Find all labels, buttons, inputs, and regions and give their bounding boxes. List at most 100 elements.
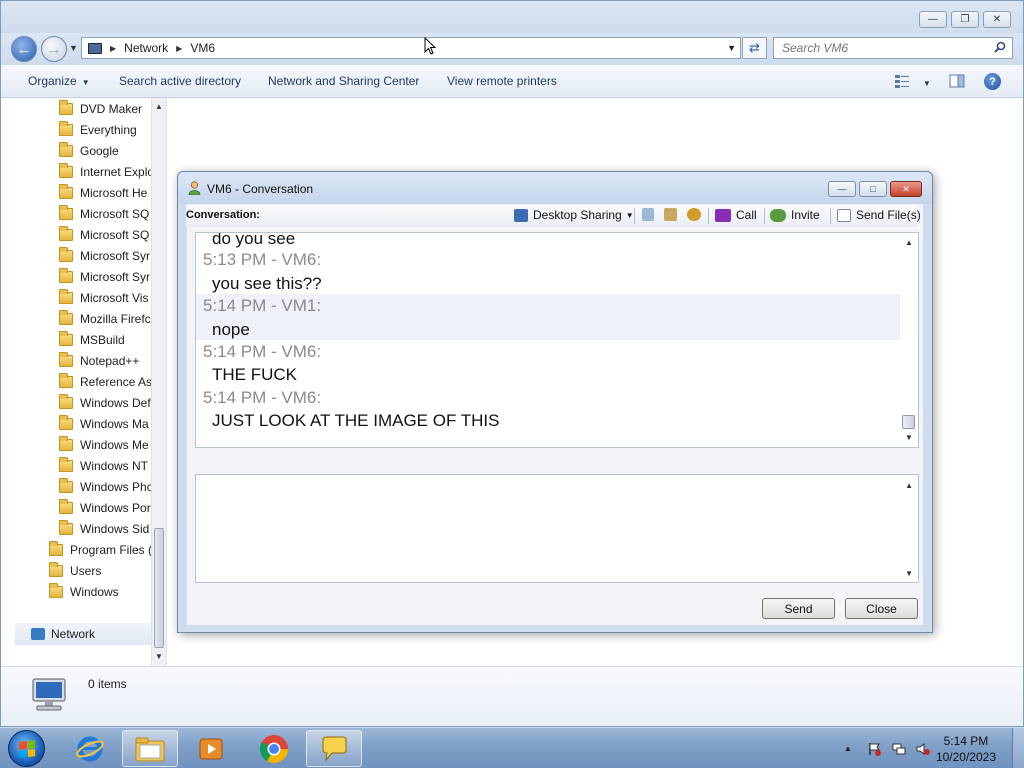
show-hidden-icons-icon[interactable]: ▲ <box>844 744 858 758</box>
tree-item[interactable]: Windows Def <box>59 392 151 413</box>
tree-item-label: DVD Maker <box>80 101 143 116</box>
taskbar-chrome[interactable] <box>246 730 302 767</box>
call-button[interactable]: Call <box>715 208 757 222</box>
breadcrumb-separator-icon[interactable]: ▶ <box>110 44 116 53</box>
volume-muted-icon[interactable] <box>916 742 930 756</box>
show-desktop-button[interactable] <box>1012 728 1024 768</box>
tree-item[interactable]: Microsoft SQ <box>59 203 151 224</box>
taskbar-windows-explorer[interactable] <box>122 730 178 767</box>
tree-item[interactable]: Windows Sid <box>59 518 151 539</box>
transcript-scrollbar[interactable]: ▲ ▼ <box>900 233 918 447</box>
tree-item[interactable]: Mozilla Firefc <box>59 308 151 329</box>
minimize-button[interactable]: — <box>919 11 947 28</box>
minimize-button[interactable]: — <box>828 181 856 197</box>
tree-item[interactable]: Google <box>59 140 119 161</box>
tree-item[interactable]: Windows Me <box>59 434 151 455</box>
tree-item[interactable]: Users <box>49 560 101 581</box>
tree-item[interactable]: MSBuild <box>59 329 125 350</box>
back-button[interactable]: ← <box>11 36 37 62</box>
network-sharing-center-button[interactable]: Network and Sharing Center <box>268 74 419 88</box>
invite-label: Invite <box>791 208 820 222</box>
file-transfer-button[interactable] <box>664 208 682 221</box>
message-header: 5:14 PM - VM6: <box>203 342 322 361</box>
scroll-thumb[interactable] <box>902 415 915 429</box>
tree-item[interactable]: Internet Explo <box>59 161 151 182</box>
send-button[interactable]: Send <box>762 598 835 619</box>
send-files-button[interactable]: Send File(s) <box>837 208 921 222</box>
breadcrumb-separator-icon[interactable]: ▶ <box>176 44 182 53</box>
scroll-up-icon[interactable]: ▲ <box>155 102 163 111</box>
refresh-button[interactable]: ⇄ <box>742 37 767 59</box>
forward-button[interactable]: → <box>41 36 67 62</box>
program-sharing-button[interactable] <box>687 208 706 221</box>
tree-item[interactable]: Program Files ( <box>49 539 151 560</box>
invite-button[interactable]: Invite <box>770 208 820 222</box>
conversation-label: Conversation: <box>186 209 260 221</box>
tree-item-label: Internet Explo <box>80 164 151 179</box>
sidebar-item-network[interactable]: Network <box>15 623 151 645</box>
tree-item[interactable]: Reference As <box>59 371 151 392</box>
tree-item[interactable]: DVD Maker <box>59 98 142 119</box>
taskbar-internet-explorer[interactable] <box>62 730 118 767</box>
tree-item[interactable]: Windows NT <box>59 455 151 476</box>
system-clock[interactable]: 5:14 PM 10/20/2023 <box>936 733 996 765</box>
tree-item[interactable]: Everything <box>59 119 137 140</box>
tree-item[interactable]: Microsoft Syr <box>59 266 151 287</box>
search-icon[interactable] <box>994 41 1006 53</box>
scroll-up-icon[interactable]: ▲ <box>905 238 913 247</box>
address-bar[interactable]: ▶ Network ▶ VM6 ▼ <box>81 37 741 59</box>
tree-item[interactable]: Microsoft SQ <box>59 224 151 245</box>
search-input[interactable] <box>782 41 982 55</box>
tree-item[interactable]: Windows Phc <box>59 476 151 497</box>
conversation-titlebar[interactable]: VM6 - Conversation — □ ✕ <box>178 172 932 204</box>
scroll-down-icon[interactable]: ▼ <box>155 652 163 661</box>
view-remote-printers-button[interactable]: View remote printers <box>447 74 557 88</box>
nav-scrollbar[interactable]: ▲ ▼ <box>151 98 166 666</box>
organize-label: Organize <box>28 74 77 88</box>
taskbar-netmeeting[interactable] <box>306 730 362 767</box>
tree-item[interactable]: Windows <box>49 581 119 602</box>
scroll-up-icon[interactable]: ▲ <box>905 481 913 490</box>
breadcrumb-network[interactable]: Network <box>124 41 168 55</box>
search-box[interactable] <box>773 37 1013 59</box>
tree-item[interactable]: Windows Ma <box>59 413 151 434</box>
tree-item[interactable]: Microsoft He <box>59 182 151 203</box>
close-button[interactable]: ✕ <box>983 11 1011 28</box>
whiteboard-button[interactable] <box>642 208 659 221</box>
restore-button[interactable]: ❐ <box>951 11 979 28</box>
desktop-sharing-button[interactable]: Desktop Sharing ▼ <box>514 208 634 222</box>
action-center-icon[interactable] <box>868 742 882 756</box>
scroll-down-icon[interactable]: ▼ <box>905 569 913 578</box>
breadcrumb-vm6[interactable]: VM6 <box>190 41 215 55</box>
address-dropdown-icon[interactable]: ▼ <box>727 43 736 53</box>
scroll-down-icon[interactable]: ▼ <box>905 433 913 442</box>
folder-icon <box>59 477 73 493</box>
tree-item[interactable]: Microsoft Vis <box>59 287 151 308</box>
window-controls: — □ ✕ <box>828 181 922 197</box>
taskbar-media-player[interactable] <box>183 730 239 767</box>
whiteboard-icon <box>642 208 654 221</box>
conversation-transcript[interactable]: do you see 5:13 PM - VM6: you see this??… <box>195 232 919 448</box>
network-status-icon[interactable] <box>892 742 906 756</box>
message-compose-input[interactable]: ▲ ▼ <box>195 474 919 583</box>
change-view-icon[interactable] <box>894 73 910 89</box>
tree-item-label: Microsoft Vis <box>80 290 149 305</box>
close-button[interactable]: ✕ <box>890 181 922 197</box>
preview-pane-icon[interactable] <box>949 73 965 89</box>
maximize-button[interactable]: □ <box>859 181 887 197</box>
tree-item[interactable]: Microsoft Syr <box>59 245 151 266</box>
tree-item[interactable]: Windows Por <box>59 497 151 518</box>
scroll-thumb[interactable] <box>154 528 164 648</box>
search-active-directory-button[interactable]: Search active directory <box>119 74 241 88</box>
help-icon[interactable]: ? <box>984 73 1001 90</box>
view-options-dropdown-icon[interactable]: ▼ <box>918 75 931 89</box>
explorer-titlebar[interactable]: — ❐ ✕ <box>1 1 1023 33</box>
tree-item[interactable]: Notepad++ <box>59 350 139 371</box>
toolbar-separator <box>764 208 765 224</box>
organize-menu[interactable]: Organize ▼ <box>28 74 90 88</box>
close-dialog-button[interactable]: Close <box>845 598 918 619</box>
folder-icon <box>59 225 73 241</box>
recent-pages-dropdown-icon[interactable]: ▼ <box>69 43 78 53</box>
folder-icon <box>59 435 73 451</box>
start-button[interactable] <box>8 730 45 767</box>
